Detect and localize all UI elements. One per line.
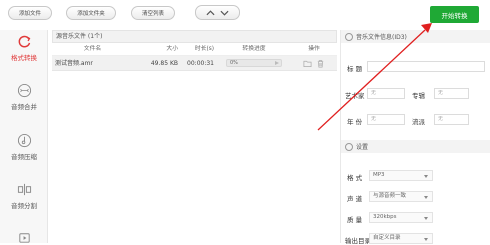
artist-label: 艺术家 bbox=[345, 92, 365, 100]
merge-icon bbox=[17, 83, 31, 98]
id3-section-title: 音乐文件信息(ID3) bbox=[356, 34, 407, 41]
album-label: 专辑 bbox=[412, 92, 425, 100]
music-info-icon bbox=[345, 32, 353, 41]
artist-field[interactable]: 无 bbox=[367, 88, 405, 99]
file-list-header: 源音乐文件 (1个) bbox=[52, 30, 337, 43]
sidebar: 格式转换 音频合并 音频压缩 音频分割 bbox=[0, 30, 48, 243]
settings-icon bbox=[345, 142, 353, 151]
column-progress: 转换进度 bbox=[242, 46, 266, 52]
format-select[interactable]: MP3 bbox=[369, 170, 433, 181]
delete-icon[interactable] bbox=[316, 59, 325, 68]
sidebar-item-audio-merge[interactable]: 音频合并 bbox=[0, 83, 48, 111]
chevron-down-icon bbox=[424, 175, 428, 178]
table-row[interactable]: 测试音频.amr 49.85 KB 00:00:31 0% bbox=[52, 56, 337, 71]
column-filename: 文件名 bbox=[83, 46, 102, 52]
output-dir-select[interactable]: 自定义目录 bbox=[369, 233, 433, 244]
progress-bar: 0% bbox=[226, 58, 282, 67]
add-folder-button[interactable]: 添加文件夹 bbox=[66, 6, 116, 20]
quality-label: 质 量 bbox=[347, 216, 363, 224]
column-size: 大小 bbox=[166, 46, 178, 52]
row-actions bbox=[294, 56, 334, 71]
title-label: 标 题 bbox=[347, 65, 363, 73]
chevron-down-icon[interactable] bbox=[220, 10, 229, 16]
column-actions: 操作 bbox=[308, 46, 320, 52]
sidebar-item-audio-compress[interactable]: 音频压缩 bbox=[0, 133, 48, 161]
refresh-icon bbox=[18, 35, 30, 48]
id3-section-header: 音乐文件信息(ID3) bbox=[341, 30, 490, 43]
channel-select[interactable]: 与源音频一致 bbox=[369, 191, 433, 202]
settings-section-header: 设置 bbox=[341, 140, 490, 153]
compress-icon bbox=[17, 133, 31, 148]
progress-text: 0% bbox=[230, 59, 238, 66]
play-icon[interactable] bbox=[275, 60, 279, 65]
progress-cell: 0% bbox=[214, 56, 294, 70]
column-duration: 时长(s) bbox=[194, 46, 214, 52]
table-header: 文件名 大小 时长(s) 转换进度 操作 bbox=[52, 43, 337, 56]
split-icon bbox=[17, 183, 31, 196]
title-field[interactable] bbox=[367, 61, 485, 72]
year-field[interactable]: 无 bbox=[367, 114, 405, 125]
move-buttons bbox=[195, 5, 240, 20]
sidebar-item-label: 格式转换 bbox=[11, 54, 37, 62]
folder-icon[interactable] bbox=[303, 59, 312, 68]
file-size: 49.85 KB bbox=[150, 60, 178, 67]
chevron-down-icon bbox=[424, 217, 428, 220]
genre-field[interactable]: 无 bbox=[434, 114, 469, 125]
format-label: 格 式 bbox=[347, 174, 363, 182]
channel-label: 声 道 bbox=[347, 195, 363, 203]
genre-label: 流派 bbox=[412, 118, 425, 126]
toolbar: 添加文件 添加文件夹 清空列表 开始转换 bbox=[0, 0, 490, 30]
output-dir-label: 输出目录 bbox=[345, 237, 371, 245]
add-file-button[interactable]: 添加文件 bbox=[8, 6, 52, 20]
sidebar-item-label: 音频分割 bbox=[11, 202, 37, 210]
quality-select[interactable]: 320kbps bbox=[369, 212, 433, 223]
file-name: 测试音频.amr bbox=[55, 60, 93, 67]
clear-list-button[interactable]: 清空列表 bbox=[131, 6, 175, 20]
sidebar-item-label: 音频压缩 bbox=[11, 153, 37, 161]
settings-section-title: 设置 bbox=[356, 144, 369, 151]
sidebar-item-label: 音频合并 bbox=[11, 103, 37, 111]
chevron-down-icon bbox=[424, 196, 428, 199]
year-label: 年 份 bbox=[347, 118, 363, 126]
chevron-up-icon[interactable] bbox=[206, 9, 215, 16]
chevron-down-icon bbox=[424, 238, 428, 241]
properties-panel: 音乐文件信息(ID3) 标 题 艺术家 无 专辑 无 年 份 无 流派 无 设置… bbox=[340, 30, 490, 245]
file-list-panel: 源音乐文件 (1个) 文件名 大小 时长(s) 转换进度 操作 测试音频.amr… bbox=[52, 30, 337, 243]
sidebar-item-format-convert[interactable]: 格式转换 bbox=[0, 34, 48, 62]
start-convert-button[interactable]: 开始转换 bbox=[430, 6, 479, 23]
file-duration: 00:00:31 bbox=[187, 60, 214, 67]
album-field[interactable]: 无 bbox=[434, 88, 469, 99]
sidebar-item-audio-split[interactable]: 音频分割 bbox=[0, 182, 48, 210]
